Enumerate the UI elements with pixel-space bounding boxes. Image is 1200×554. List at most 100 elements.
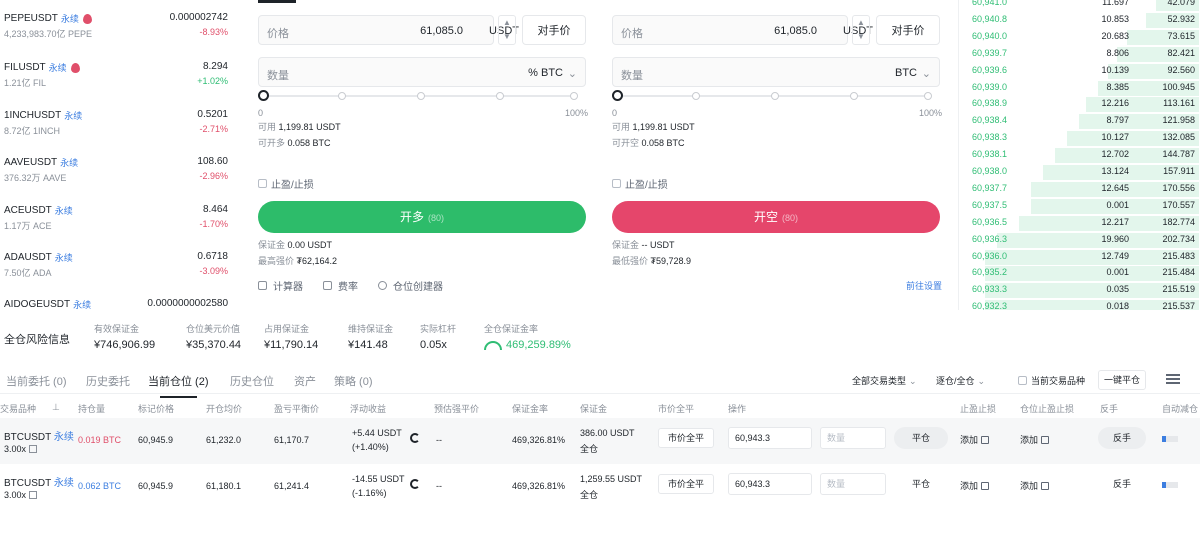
quantity-input[interactable]: 数量 BTC ⌄ <box>612 57 940 87</box>
position-builder-link[interactable]: 仓位创建器 <box>393 278 443 293</box>
slider-handle[interactable] <box>612 90 623 101</box>
market-row[interactable]: ACEUSDT 永续 1.17万 ACE 8.464 -1.70% <box>0 198 234 246</box>
order-book-row[interactable]: 60,932.3 0.018 215.537 <box>959 299 1199 310</box>
close-price-input[interactable]: 60,943.3 <box>728 473 812 495</box>
add-position-tp-sl-button[interactable]: 添加 <box>1020 479 1050 492</box>
price-input[interactable]: 价格 61,085.0 USDT <box>258 15 519 45</box>
tab-position-history[interactable]: 历史仓位 <box>230 373 274 389</box>
tab-order-history[interactable]: 历史委托 <box>86 373 130 389</box>
order-book-row[interactable]: 60,938.0 13.124 157.911 <box>959 164 1199 181</box>
order-book-row[interactable]: 60,938.1 12.702 144.787 <box>959 147 1199 164</box>
add-position-tp-sl-button[interactable]: 添加 <box>1020 433 1050 446</box>
close-price-input[interactable]: 60,943.3 <box>728 427 812 449</box>
chevron-down-icon[interactable]: ▼ <box>853 30 869 44</box>
tab-open-orders[interactable]: 当前委托 (0) <box>6 373 67 389</box>
settings-link[interactable]: 前往设置 <box>906 279 942 292</box>
tp-sl-checkbox[interactable]: 止盈/止损 <box>612 176 668 191</box>
chevron-up-icon[interactable]: ▲ <box>853 16 869 30</box>
order-book-row[interactable]: 60,939.0 8.385 100.945 <box>959 80 1199 97</box>
quantity-slider[interactable] <box>258 90 578 104</box>
calculator-icon[interactable] <box>258 281 267 290</box>
margin-mode-filter[interactable]: 逐仓/全仓 ⌄ <box>936 374 985 387</box>
order-book-row[interactable]: 60,936.5 12.217 182.774 <box>959 215 1199 232</box>
slider-step[interactable] <box>417 92 425 100</box>
price-stepper[interactable]: ▲ ▼ <box>852 15 870 45</box>
slider-step[interactable] <box>496 92 504 100</box>
order-book-row[interactable]: 60,940.0 20.683 73.615 <box>959 29 1199 46</box>
market-row[interactable]: AIDOGEUSDT 永续 0.0000000002580 <box>0 292 234 312</box>
fee-rate-icon[interactable] <box>323 281 332 290</box>
close-position-button[interactable]: 平仓 <box>894 473 948 495</box>
reverse-button[interactable]: 反手 <box>1098 427 1146 449</box>
position-builder-icon[interactable] <box>378 281 387 290</box>
position-symbol[interactable]: BTCUSDT 永续 <box>4 428 74 443</box>
order-book-row[interactable]: 60,936.3 19.960 202.734 <box>959 232 1199 249</box>
quantity-slider[interactable] <box>612 90 932 104</box>
open-long-button[interactable]: 开多 (80) <box>258 201 586 233</box>
market-close-button[interactable]: 市价全平 <box>658 474 714 494</box>
trade-type-filter[interactable]: 全部交易类型 ⌄ <box>852 374 917 387</box>
order-book-row[interactable]: 60,938.9 12.216 113.161 <box>959 96 1199 113</box>
slider-step[interactable] <box>338 92 346 100</box>
order-book-row[interactable]: 60,935.2 0.001 215.484 <box>959 265 1199 282</box>
order-book-row[interactable]: 60,936.0 12.749 215.483 <box>959 249 1199 266</box>
tp-sl-checkbox[interactable]: 止盈/止损 <box>258 176 314 191</box>
pin-icon[interactable]: ⊥ <box>52 402 60 413</box>
close-quantity-input[interactable]: 数量 <box>820 427 886 449</box>
slider-step[interactable] <box>692 92 700 100</box>
tab-assets[interactable]: 资产 <box>294 373 316 389</box>
position-symbol[interactable]: BTCUSDT 永续 <box>4 474 74 489</box>
slider-handle[interactable] <box>258 90 269 101</box>
market-row[interactable]: 1INCHUSDT 永续 8.72亿 1INCH 0.5201 -2.71% <box>0 103 234 151</box>
add-tp-sl-button[interactable]: 添加 <box>960 479 990 492</box>
close-quantity-input[interactable]: 数量 <box>820 473 886 495</box>
close-position-button[interactable]: 平仓 <box>894 427 948 449</box>
quantity-input[interactable]: 数量 % BTC ⌄ <box>258 57 586 87</box>
fee-rate-link[interactable]: 费率 <box>338 278 358 293</box>
order-book-row[interactable]: 60,939.7 8.806 82.421 <box>959 46 1199 63</box>
settings-icon[interactable] <box>1166 372 1180 386</box>
tab-positions[interactable]: 当前仓位 (2) <box>148 373 209 398</box>
counter-price-button[interactable]: 对手价 <box>522 15 586 45</box>
slider-step[interactable] <box>850 92 858 100</box>
tab-strategies[interactable]: 策略 (0) <box>334 373 373 389</box>
chevron-down-icon[interactable]: ⌄ <box>922 67 931 80</box>
order-book-row[interactable]: 60,941.0 11.697 42.079 <box>959 0 1199 12</box>
reverse-button[interactable]: 反手 <box>1098 473 1146 495</box>
counter-price-button[interactable]: 对手价 <box>876 15 940 45</box>
slider-step[interactable] <box>771 92 779 100</box>
market-row[interactable]: FILUSDT 永续 1.21亿 FIL 8.294 +1.02% <box>0 55 234 103</box>
chevron-up-icon[interactable]: ▲ <box>499 16 515 30</box>
add-tp-sl-button[interactable]: 添加 <box>960 433 990 446</box>
refresh-icon[interactable] <box>410 433 420 443</box>
price-stepper[interactable]: ▲ ▼ <box>498 15 516 45</box>
slider-step[interactable] <box>570 92 578 100</box>
order-book: 60,941.0 11.697 42.079 60,940.8 10.853 52.932… <box>958 0 1200 310</box>
current-symbol-checkbox[interactable]: 当前交易品种 <box>1018 374 1085 387</box>
chevron-down-icon[interactable]: ▼ <box>499 30 515 44</box>
order-book-row[interactable]: 60,940.8 10.853 52.932 <box>959 12 1199 29</box>
calculator-link[interactable]: 计算器 <box>273 278 303 293</box>
position-leverage[interactable]: 3.00x <box>4 490 38 500</box>
quantity-unit-select[interactable]: BTC <box>895 67 917 79</box>
order-book-row[interactable]: 60,937.5 0.001 170.557 <box>959 198 1199 215</box>
market-close-button[interactable]: 市价全平 <box>658 428 714 448</box>
quantity-unit-select[interactable]: % BTC <box>528 67 563 79</box>
order-book-row[interactable]: 60,937.7 12.645 170.556 <box>959 181 1199 198</box>
position-leverage[interactable]: 3.00x <box>4 444 38 454</box>
order-book-row[interactable]: 60,933.3 0.035 215.519 <box>959 282 1199 299</box>
market-row[interactable]: AAVEUSDT 永续 376.32万 AAVE 108.60 -2.96% <box>0 150 234 198</box>
order-book-row[interactable]: 60,938.4 8.797 121.958 <box>959 113 1199 130</box>
edit-icon[interactable] <box>29 445 38 453</box>
refresh-icon[interactable] <box>410 479 420 489</box>
order-book-row[interactable]: 60,938.3 10.127 132.085 <box>959 130 1199 147</box>
chevron-down-icon[interactable]: ⌄ <box>568 67 577 80</box>
order-book-row[interactable]: 60,939.6 10.139 92.560 <box>959 63 1199 80</box>
price-input[interactable]: 价格 61,085.0 USDT <box>612 15 873 45</box>
market-row[interactable]: PEPEUSDT 永续 4,233,983.70亿 PEPE 0.00000274… <box>0 6 234 54</box>
slider-step[interactable] <box>924 92 932 100</box>
open-short-button[interactable]: 开空 (80) <box>612 201 940 233</box>
market-row[interactable]: ADAUSDT 永续 7.50亿 ADA 0.6718 -3.09% <box>0 245 234 293</box>
close-all-button[interactable]: 一键平仓 <box>1098 370 1146 390</box>
edit-icon[interactable] <box>29 491 38 499</box>
